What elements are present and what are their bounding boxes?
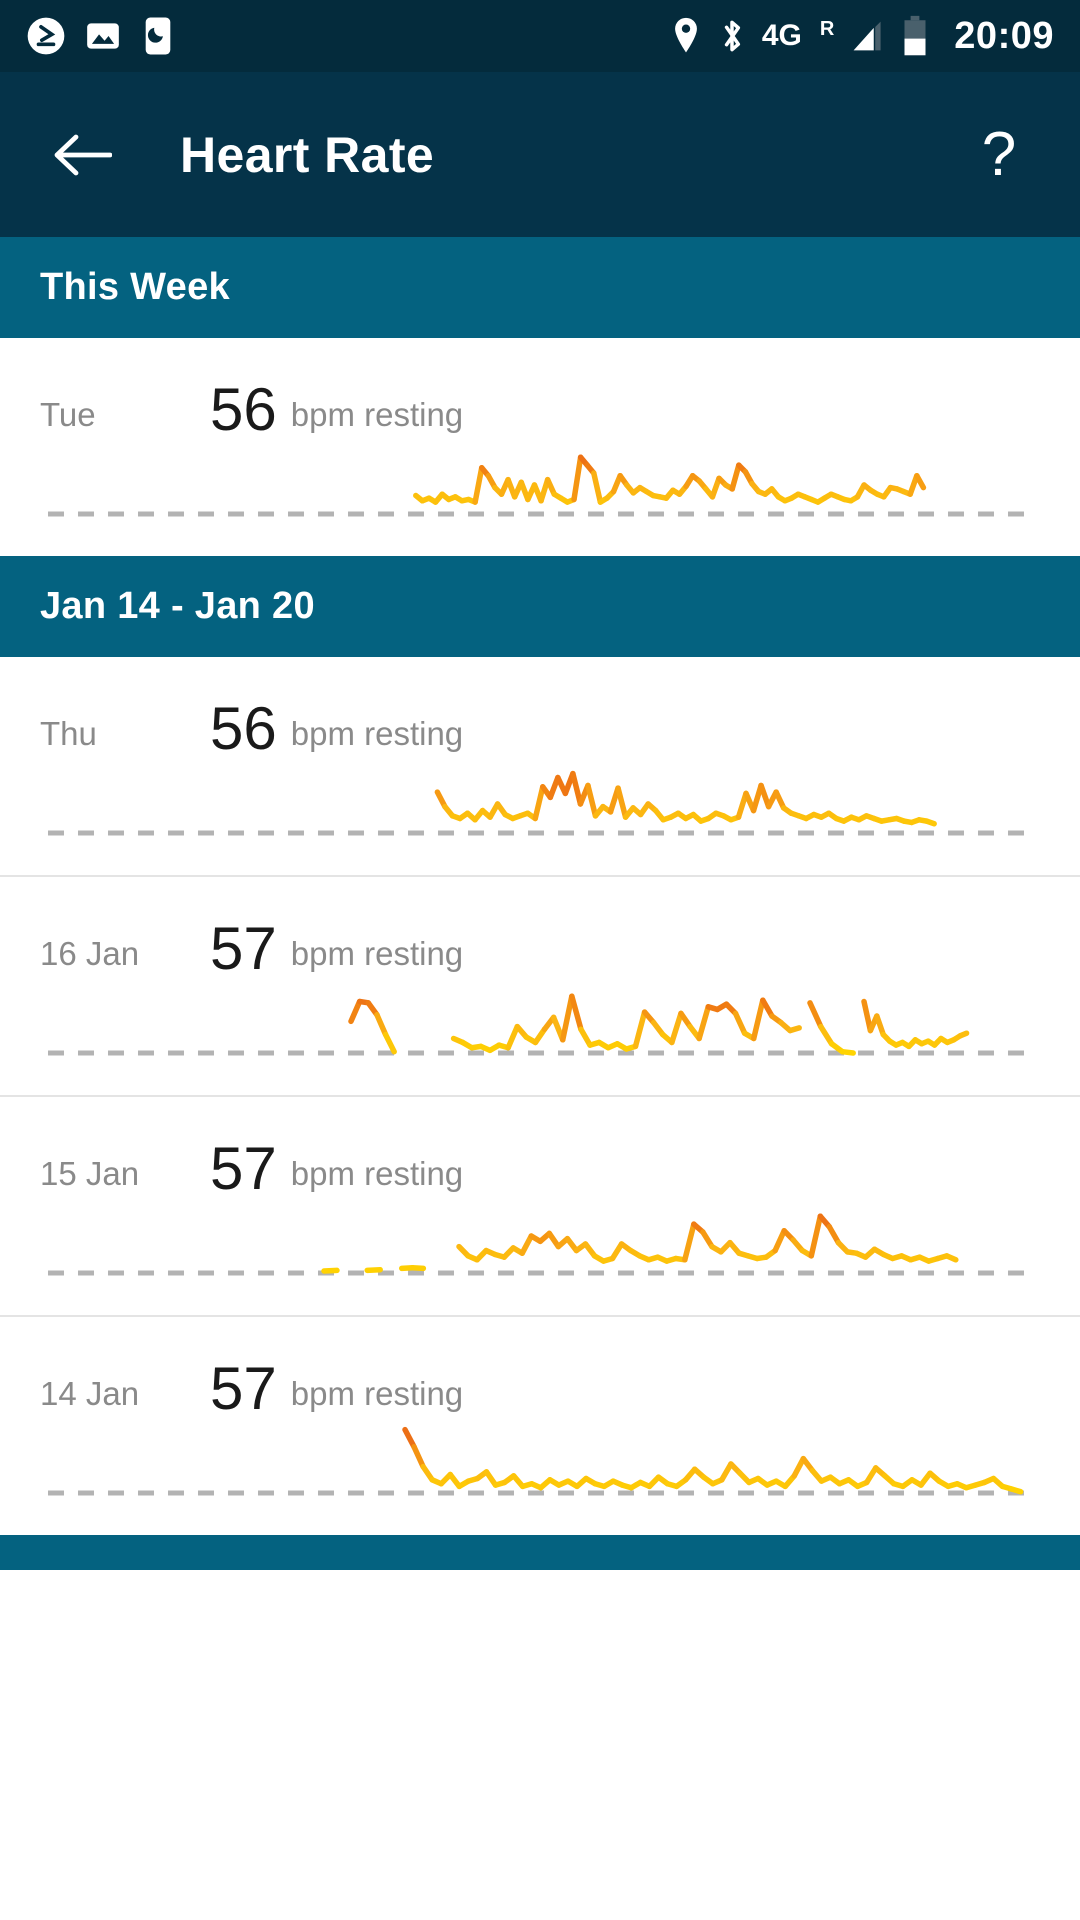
resting-bpm-unit-label: bpm resting — [291, 396, 463, 434]
resting-bpm-unit-label: bpm resting — [291, 715, 463, 753]
day-row[interactable]: 16 Jan57 bpm resting — [0, 875, 1080, 1095]
do-not-disturb-moon-icon — [140, 16, 176, 56]
heart-rate-chart — [0, 755, 1080, 875]
day-summary: Thu56bpm resting — [0, 657, 1080, 755]
resting-bpm-value: 57 — [210, 919, 277, 979]
day-label: Thu — [40, 715, 210, 753]
day-label: 15 Jan — [40, 1155, 210, 1193]
bluetooth-icon — [718, 16, 746, 56]
pocket-casts-icon — [26, 16, 66, 56]
roaming-indicator-label: R — [820, 19, 834, 39]
question-mark-icon: ? — [982, 124, 1016, 186]
resting-bpm-value: 57 — [210, 1359, 277, 1419]
status-bar: 4G R 20:09 — [0, 0, 1080, 72]
day-summary: 14 Jan57bpm resting — [0, 1317, 1080, 1415]
day-row[interactable]: Tue56 bpm resting — [0, 338, 1080, 556]
page-title: Heart Rate — [180, 126, 434, 184]
heart-rate-chart — [0, 1195, 1080, 1315]
status-bar-left-icons — [26, 16, 176, 56]
location-pin-icon — [670, 16, 702, 56]
heart-rate-list: This WeekTue56bpm restingJan 14 - Jan 20… — [0, 237, 1080, 1570]
heart-rate-chart — [0, 436, 1080, 556]
resting-bpm-value: 56 — [210, 380, 277, 440]
day-label: 14 Jan — [40, 1375, 210, 1413]
day-row[interactable]: Thu56 bpm resting — [0, 657, 1080, 875]
status-bar-right-icons: 4G R 20:09 — [670, 15, 1054, 58]
image-icon — [84, 17, 122, 55]
day-summary: 16 Jan57bpm resting — [0, 877, 1080, 975]
resting-bpm-unit-label: bpm resting — [291, 1155, 463, 1193]
heart-rate-chart — [0, 975, 1080, 1095]
section-header: Jan 14 - Jan 20 — [0, 556, 1080, 657]
day-summary: 15 Jan57bpm resting — [0, 1097, 1080, 1195]
section-header — [0, 1535, 1080, 1570]
day-label: 16 Jan — [40, 935, 210, 973]
section-header-label: Jan 14 - Jan 20 — [40, 585, 315, 628]
battery-icon — [902, 15, 928, 57]
section-header: This Week — [0, 237, 1080, 338]
resting-bpm-value: 56 — [210, 699, 277, 759]
back-button[interactable] — [46, 119, 118, 191]
day-row[interactable]: 14 Jan57 bpm resting — [0, 1315, 1080, 1535]
resting-bpm-value: 57 — [210, 1139, 277, 1199]
section-header-label: This Week — [40, 266, 230, 309]
heart-rate-screen: 4G R 20:09 Heart Rate ? This WeekTue56bp… — [0, 0, 1080, 1920]
resting-bpm-unit-label: bpm resting — [291, 935, 463, 973]
day-summary: Tue56bpm resting — [0, 338, 1080, 436]
signal-bars-icon — [850, 18, 886, 54]
day-row[interactable]: 15 Jan57 bpm resting — [0, 1095, 1080, 1315]
network-type-label: 4G — [762, 21, 802, 51]
clock-label: 20:09 — [954, 15, 1054, 58]
day-label: Tue — [40, 396, 210, 434]
help-button[interactable]: ? — [964, 120, 1034, 190]
resting-bpm-unit-label: bpm resting — [291, 1375, 463, 1413]
heart-rate-chart — [0, 1415, 1080, 1535]
app-bar: Heart Rate ? — [0, 72, 1080, 237]
